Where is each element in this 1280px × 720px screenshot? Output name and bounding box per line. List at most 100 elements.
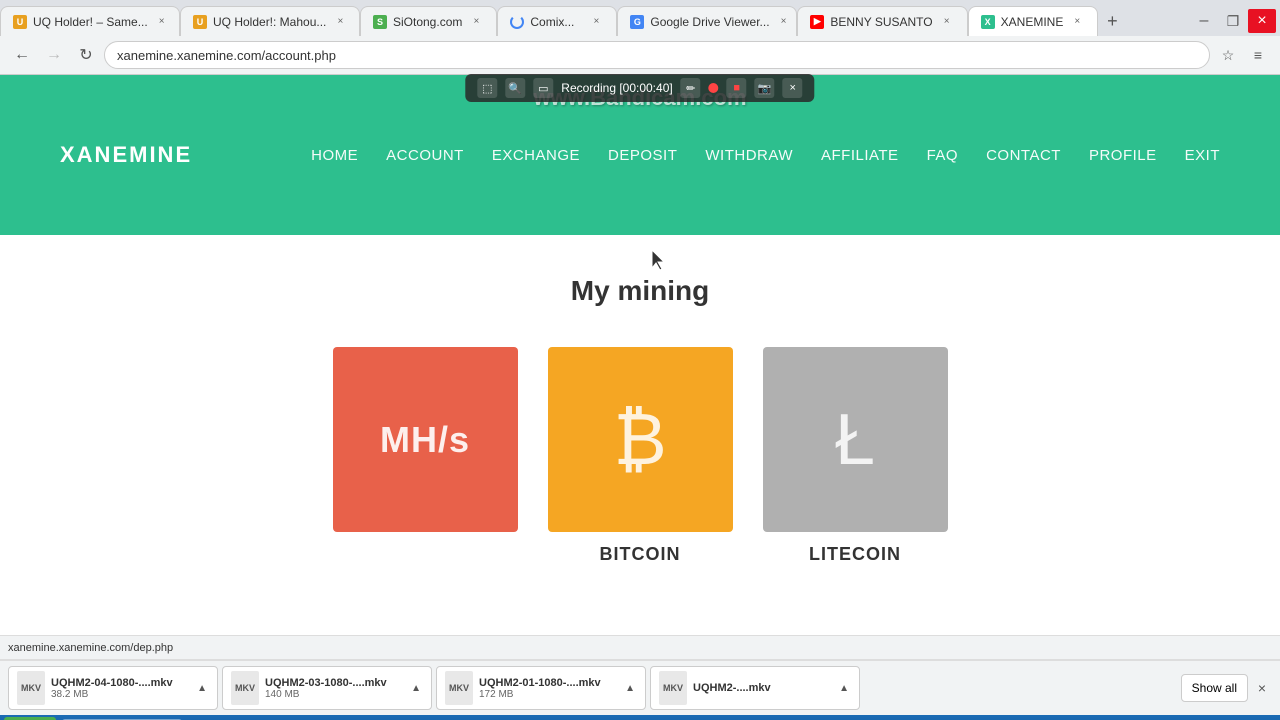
- tab-label-6: BENNY SUSANTO: [830, 15, 932, 29]
- back-button[interactable]: ←: [8, 41, 36, 69]
- tab-label-2: UQ Holder!: Mahou...: [213, 15, 326, 29]
- mining-card-btc[interactable]: ₿ BITCOIN: [548, 347, 733, 565]
- address-bar-input[interactable]: [104, 41, 1210, 69]
- download-name-3: UQHM2-01-1080-....mkv: [479, 677, 617, 689]
- browser-chrome: U UQ Holder! – Same... × U UQ Holder!: M…: [0, 0, 1280, 75]
- nav-account[interactable]: ACCOUNT: [386, 147, 464, 164]
- download-info-1: UQHM2-04-1080-....mkv 38.2 MB: [51, 677, 189, 700]
- mining-card-mhs[interactable]: MH/s: [333, 347, 518, 565]
- tab-xanemine[interactable]: X XANEMINE ×: [968, 6, 1099, 36]
- bookmark-button[interactable]: ☆: [1214, 41, 1242, 69]
- section-title: My mining: [20, 275, 1260, 307]
- nav-profile[interactable]: PROFILE: [1089, 147, 1157, 164]
- close-button[interactable]: ×: [1248, 9, 1276, 33]
- recording-resize-btn[interactable]: ⬚: [477, 78, 497, 98]
- menu-button[interactable]: ≡: [1244, 41, 1272, 69]
- mining-card-box-btc: ₿: [548, 347, 733, 532]
- download-chevron-4[interactable]: ▲: [837, 681, 851, 696]
- tab-loading-4: [510, 15, 524, 29]
- download-chevron-2[interactable]: ▲: [409, 681, 423, 696]
- download-chevron-3[interactable]: ▲: [623, 681, 637, 696]
- nav-exchange[interactable]: EXCHANGE: [492, 147, 580, 164]
- show-all-downloads-button[interactable]: Show all: [1181, 674, 1248, 702]
- download-item-2[interactable]: MKV UQHM2-03-1080-....mkv 140 MB ▲: [222, 666, 432, 710]
- nav-affiliate[interactable]: AFFILIATE: [821, 147, 899, 164]
- recording-label: Recording [00:00:40]: [561, 81, 672, 95]
- recording-close-btn[interactable]: ×: [783, 78, 803, 98]
- tab-uq-holder-2[interactable]: U UQ Holder!: Mahou... ×: [180, 6, 360, 36]
- tab-siotong[interactable]: S SiOtong.com ×: [360, 6, 497, 36]
- tab-comix[interactable]: Comix... ×: [497, 6, 617, 36]
- download-item-4[interactable]: MKV UQHM2-....mkv ▲: [650, 666, 860, 710]
- download-item-3[interactable]: MKV UQHM2-01-1080-....mkv 172 MB ▲: [436, 666, 646, 710]
- tab-uq-holder-1[interactable]: U UQ Holder! – Same... ×: [0, 6, 180, 36]
- tab-label-1: UQ Holder! – Same...: [33, 15, 148, 29]
- tab-favicon-3: S: [373, 15, 387, 29]
- site-main: My mining MH/s ₿ BITCOIN: [0, 235, 1280, 635]
- download-info-2: UQHM2-03-1080-....mkv 140 MB: [265, 677, 403, 700]
- tab-close-7[interactable]: ×: [1069, 14, 1085, 30]
- download-item-1[interactable]: MKV UQHM2-04-1080-....mkv 38.2 MB ▲: [8, 666, 218, 710]
- new-tab-button[interactable]: +: [1098, 7, 1126, 35]
- nav-contact[interactable]: CONTACT: [986, 147, 1061, 164]
- close-downloads-button[interactable]: ×: [1252, 678, 1272, 698]
- download-icon-2: MKV: [231, 671, 259, 705]
- recording-edit-btn[interactable]: ✏: [681, 78, 701, 98]
- download-icon-3: MKV: [445, 671, 473, 705]
- status-url: xanemine.xanemine.com/dep.php: [8, 642, 1272, 654]
- tab-close-4[interactable]: ×: [588, 14, 604, 30]
- nav-faq[interactable]: FAQ: [927, 147, 959, 164]
- download-info-3: UQHM2-01-1080-....mkv 172 MB: [479, 677, 617, 700]
- downloads-bar: MKV UQHM2-04-1080-....mkv 38.2 MB ▲ MKV …: [0, 659, 1280, 715]
- tab-label-3: SiOtong.com: [393, 15, 462, 29]
- tab-close-5[interactable]: ×: [776, 14, 792, 30]
- recording-zoom-btn[interactable]: 🔍: [505, 78, 525, 98]
- tab-label-5: Google Drive Viewer...: [650, 15, 769, 29]
- recording-bar: ⬚ 🔍 ▭ Recording [00:00:40] ✏ ■ 📷 ×: [465, 74, 814, 102]
- download-size-3: 172 MB: [479, 689, 617, 700]
- tab-close-2[interactable]: ×: [332, 14, 348, 30]
- tab-google-drive[interactable]: G Google Drive Viewer... ×: [617, 6, 797, 36]
- recording-dot: [709, 83, 719, 93]
- tab-favicon-6: ▶: [810, 15, 824, 29]
- ltc-name: LITECOIN: [809, 544, 901, 565]
- download-chevron-1[interactable]: ▲: [195, 681, 209, 696]
- tab-close-6[interactable]: ×: [939, 14, 955, 30]
- tab-label-4: Comix...: [530, 15, 574, 29]
- btc-icon: ₿: [613, 404, 666, 476]
- mhs-label: MH/s: [380, 419, 470, 461]
- site-wrapper: www.Bandicam.com XANEMINE HOME ACCOUNT E…: [0, 75, 1280, 635]
- taskbar: Start Google Chrome 🌐 🔊 8:44 PM: [0, 715, 1280, 720]
- tab-favicon-5: G: [630, 15, 644, 29]
- download-name-2: UQHM2-03-1080-....mkv: [265, 677, 403, 689]
- nav-exit[interactable]: EXIT: [1185, 147, 1220, 164]
- site-logo[interactable]: XANEMINE: [60, 142, 192, 168]
- recording-screen-btn[interactable]: ▭: [533, 78, 553, 98]
- download-icon-4: MKV: [659, 671, 687, 705]
- download-name-4: UQHM2-....mkv: [693, 682, 831, 694]
- mining-card-ltc[interactable]: Ł LITECOIN: [763, 347, 948, 565]
- nav-home[interactable]: HOME: [311, 147, 358, 164]
- tab-favicon-7: X: [981, 15, 995, 29]
- status-bar: xanemine.xanemine.com/dep.php: [0, 635, 1280, 659]
- download-info-4: UQHM2-....mkv: [693, 682, 831, 694]
- forward-button[interactable]: →: [40, 41, 68, 69]
- tab-benny-susanto[interactable]: ▶ BENNY SUSANTO ×: [797, 6, 967, 36]
- recording-stop-btn[interactable]: ■: [727, 78, 747, 98]
- nav-withdraw[interactable]: WITHDRAW: [705, 147, 793, 164]
- tab-close-3[interactable]: ×: [468, 14, 484, 30]
- btc-name: BITCOIN: [600, 544, 681, 565]
- tab-bar: U UQ Holder! – Same... × U UQ Holder!: M…: [0, 0, 1280, 36]
- tab-close-1[interactable]: ×: [154, 14, 170, 30]
- restore-button[interactable]: ❐: [1219, 9, 1247, 33]
- nav-deposit[interactable]: DEPOSIT: [608, 147, 677, 164]
- ltc-icon: Ł: [835, 404, 875, 476]
- download-icon-1: MKV: [17, 671, 45, 705]
- minimize-button[interactable]: –: [1190, 9, 1218, 33]
- address-bar-row: ← → ↻ ☆ ≡: [0, 36, 1280, 74]
- recording-camera-btn[interactable]: 📷: [755, 78, 775, 98]
- mining-card-box-ltc: Ł: [763, 347, 948, 532]
- tab-favicon-1: U: [13, 15, 27, 29]
- reload-button[interactable]: ↻: [72, 41, 100, 69]
- download-size-1: 38.2 MB: [51, 689, 189, 700]
